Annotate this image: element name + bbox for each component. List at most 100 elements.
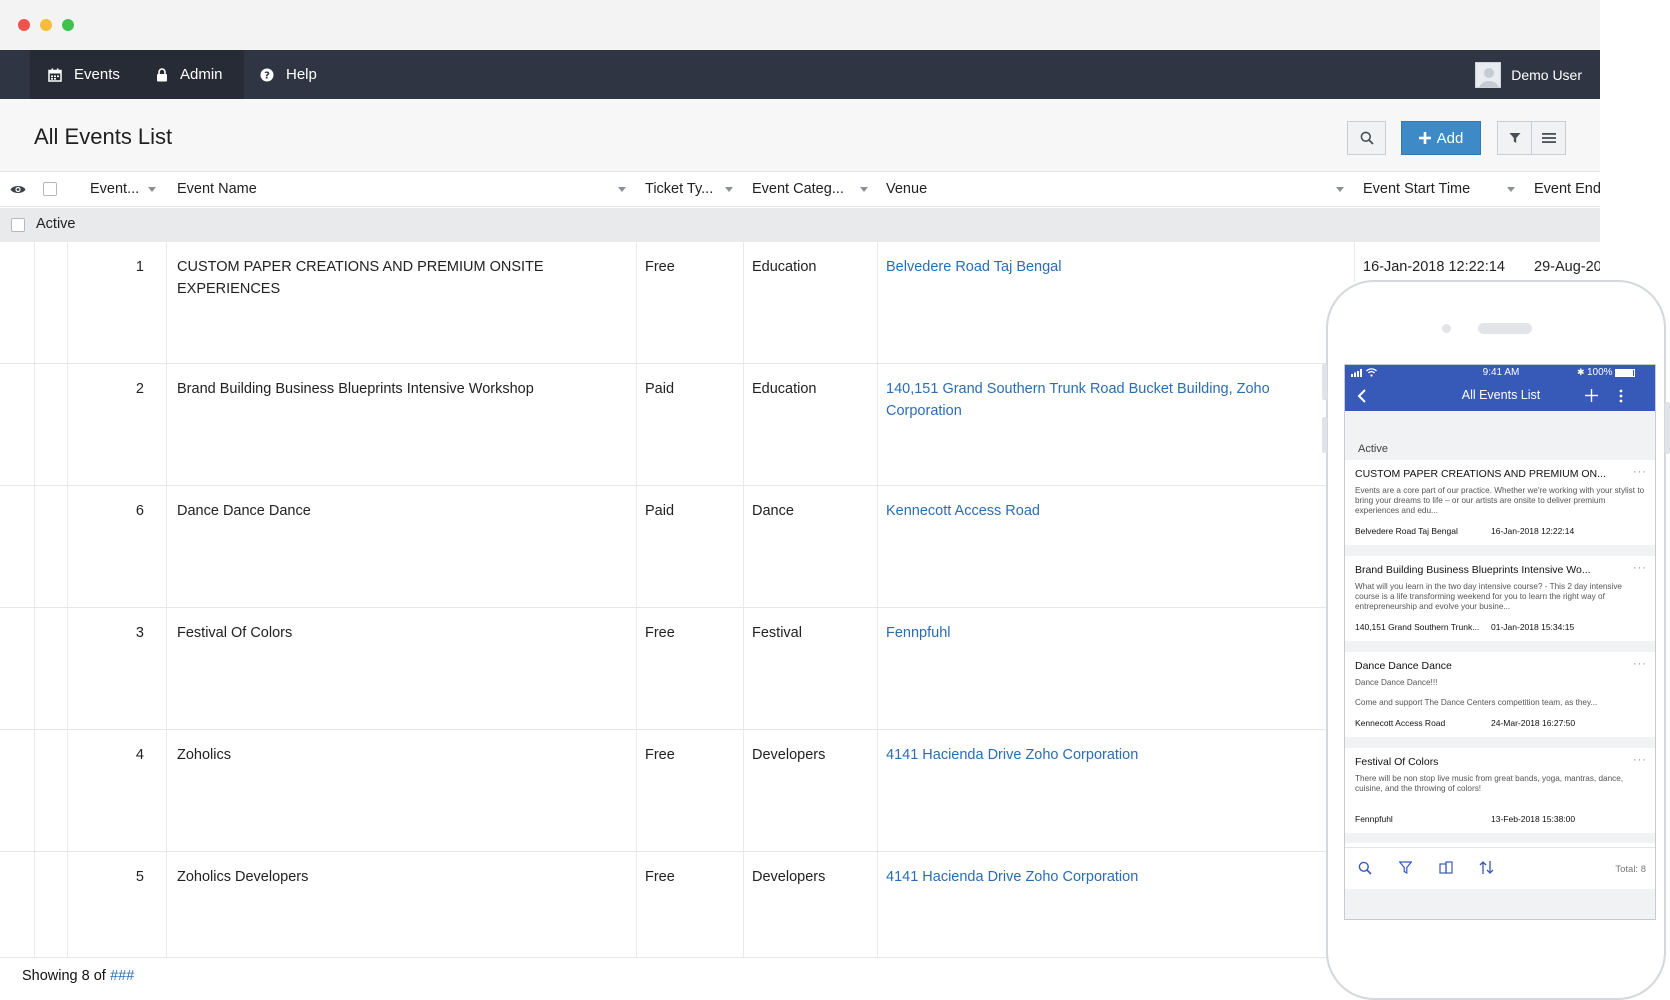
sort-caret-icon[interactable] [725, 187, 733, 192]
nav-admin[interactable]: Admin [144, 50, 244, 99]
col-event-id[interactable]: Event... [90, 172, 139, 207]
help-circle-icon: ? [260, 68, 274, 81]
sort-icon[interactable] [1479, 860, 1494, 875]
col-event-end[interactable]: Event End [1534, 172, 1600, 207]
cell-ticket-type: Free [645, 869, 675, 885]
cell-ticket-type: Paid [645, 381, 675, 397]
col-venue[interactable]: Venue [886, 172, 927, 207]
add-button-label: Add [1436, 129, 1464, 147]
cell-event-name: Zoholics Developers [177, 869, 309, 885]
sort-caret-icon[interactable] [1336, 187, 1344, 192]
cell-event-category: Developers [752, 869, 826, 885]
cell-venue-link[interactable]: Belvedere Road Taj Bengal [886, 256, 1306, 278]
select-all-checkbox[interactable] [43, 182, 57, 196]
svg-text:?: ? [264, 70, 270, 81]
group-row-active[interactable]: Active [0, 208, 1600, 242]
cell-event-name: Brand Building Business Blueprints Inten… [177, 381, 534, 397]
minimize-window-button[interactable] [40, 19, 52, 31]
cell-venue-link[interactable]: 4141 Hacienda Drive Zoho Corporation [886, 866, 1306, 888]
maximize-window-button[interactable] [62, 19, 74, 31]
sort-caret-icon[interactable] [1507, 187, 1515, 192]
total-count-link[interactable]: ### [110, 968, 134, 984]
col-ticket-type[interactable]: Ticket Ty... [645, 172, 713, 207]
user-menu[interactable]: Demo User [1475, 50, 1582, 99]
col-event-start-time[interactable]: Event Start Time [1363, 172, 1470, 207]
sort-caret-icon[interactable] [860, 187, 868, 192]
avatar [1475, 61, 1502, 88]
card-more-icon[interactable]: ··· [1633, 754, 1647, 766]
card-more-icon[interactable]: ··· [1633, 466, 1647, 478]
cell-venue-link[interactable]: Fennpfuhl [886, 622, 1306, 644]
cell-ticket-type: Paid [645, 503, 675, 519]
card-venue: Kennecott Access Road [1355, 718, 1446, 728]
table-header: Event... Event Name Ticket Ty... Event C… [0, 172, 1600, 207]
cell-event-id: 2 [135, 381, 144, 397]
card-date: 16-Jan-2018 12:22:14 [1491, 526, 1575, 536]
card-date: 01-Jan-2018 15:34:15 [1491, 622, 1575, 632]
more-vertical-icon[interactable] [1619, 389, 1623, 403]
add-button[interactable]: Add [1401, 121, 1481, 155]
calendar-icon [48, 68, 62, 82]
col-event-category[interactable]: Event Categ... [752, 172, 844, 207]
group-checkbox[interactable] [11, 218, 25, 232]
cell-ticket-type: Free [645, 625, 675, 641]
eye-icon[interactable] [10, 184, 26, 195]
event-card[interactable]: CUSTOM PAPER CREATIONS AND PREMIUM ON...… [1345, 460, 1655, 545]
card-title: Festival Of Colors [1355, 756, 1439, 768]
card-description: Events are a core part of our practice. … [1355, 486, 1645, 515]
cell-event-name: Dance Dance Dance [177, 503, 311, 519]
phone-mockup: 9:41 AM ✱ 100% All Events List Active CU… [1322, 280, 1670, 1000]
phone-side-button [1322, 417, 1327, 453]
close-window-button[interactable] [18, 19, 30, 31]
menu-button[interactable] [1531, 121, 1566, 155]
bluetooth-icon: ✱ [1577, 367, 1585, 377]
event-card[interactable]: Brand Building Business Blueprints Inten… [1345, 556, 1655, 641]
mobile-bottom-toolbar: Total: 8 [1345, 847, 1655, 889]
top-navbar: Events Admin ? Help Demo User [0, 50, 1600, 99]
search-button[interactable] [1347, 121, 1386, 155]
cell-event-id: 1 [135, 259, 144, 275]
cell-event-category: Education [752, 381, 817, 397]
card-description: There will be non stop live music from g… [1355, 774, 1624, 793]
event-card[interactable]: Dance Dance Dance ··· Dance Dance Dance!… [1345, 652, 1655, 737]
card-date: 24-Mar-2018 16:27:50 [1491, 718, 1576, 728]
card-description: Dance Dance Dance!!! Come and support Th… [1355, 678, 1598, 707]
cell-event-name: CUSTOM PAPER CREATIONS AND PREMIUM ONSIT… [177, 259, 544, 297]
showing-text: Showing 8 of [22, 968, 110, 984]
cell-event-start-time: 16-Jan-2018 12:22:14 [1363, 259, 1505, 275]
search-icon[interactable] [1358, 861, 1372, 875]
card-date: 13-Feb-2018 15:38:00 [1491, 814, 1576, 824]
hamburger-icon [1541, 133, 1556, 143]
mobile-group-label: Active [1358, 443, 1388, 455]
nav-events[interactable]: Events [30, 50, 144, 99]
pagination-footer: Showing 8 of ### [22, 968, 134, 984]
sort-caret-icon[interactable] [618, 187, 626, 192]
card-more-icon[interactable]: ··· [1633, 658, 1647, 670]
cell-venue-link[interactable]: Kennecott Access Road [886, 500, 1306, 522]
event-card[interactable]: Festival Of Colors ··· There will be non… [1345, 748, 1655, 833]
search-icon [1360, 131, 1374, 145]
col-event-name[interactable]: Event Name [177, 172, 257, 207]
battery-icon [1615, 369, 1635, 377]
cell-venue-link[interactable]: 4141 Hacienda Drive Zoho Corporation [886, 744, 1306, 766]
card-more-icon[interactable]: ··· [1633, 562, 1647, 574]
phone-speaker [1478, 323, 1532, 334]
sort-caret-icon[interactable] [148, 187, 156, 192]
phone-side-button [1322, 364, 1327, 400]
group-by-icon[interactable] [1439, 861, 1453, 874]
nav-help[interactable]: ? Help [244, 50, 344, 99]
plus-icon [1418, 132, 1431, 144]
cell-event-category: Dance [752, 503, 794, 519]
filter-icon[interactable] [1399, 861, 1412, 874]
cell-event-category: Festival [752, 625, 802, 641]
window-chrome [0, 0, 1600, 50]
nav-events-label: Events [74, 66, 120, 83]
user-name: Demo User [1511, 66, 1582, 83]
plus-icon[interactable] [1585, 389, 1598, 402]
nav-admin-label: Admin [180, 66, 223, 83]
card-description: What will you learn in the two day inten… [1355, 582, 1622, 611]
cell-venue-link[interactable]: 140,151 Grand Southern Trunk Road Bucket… [886, 378, 1306, 422]
filter-button[interactable] [1497, 121, 1532, 155]
user-silhouette-icon [1479, 67, 1499, 87]
card-venue: Fennpfuhl [1355, 814, 1393, 824]
